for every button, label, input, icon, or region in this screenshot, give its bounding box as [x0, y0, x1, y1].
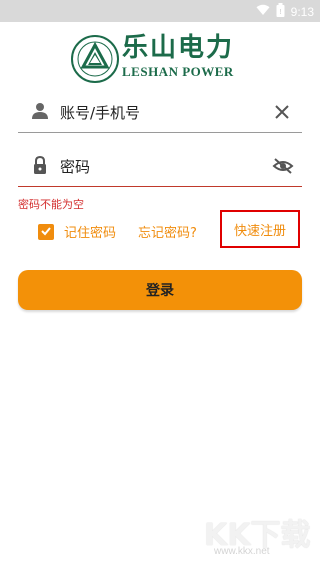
login-label: 登录 [146, 283, 174, 299]
password-placeholder: 密码 [60, 158, 91, 176]
status-time: 9:13 [290, 4, 314, 19]
password-field[interactable]: 密码 [18, 146, 302, 187]
brand-name-en: LESHAN POWER [122, 64, 234, 79]
lock-icon [30, 155, 50, 175]
quick-register-link[interactable]: 快速注册 [220, 210, 300, 248]
login-button[interactable]: 登录 [18, 270, 302, 310]
wifi-icon [256, 4, 270, 19]
check-icon [40, 222, 52, 241]
svg-text:!: ! [279, 9, 281, 16]
status-icons: ! 9:13 [256, 3, 314, 20]
forgot-password-link[interactable]: 忘记密码? [138, 222, 197, 241]
remember-checkbox[interactable] [38, 222, 54, 241]
clear-icon[interactable] [272, 102, 292, 122]
password-error-text: 密码不能为空 [18, 198, 84, 211]
watermark-url: www.kkx.net [214, 546, 270, 557]
account-placeholder: 账号/手机号 [60, 104, 141, 122]
battery-icon: ! [276, 3, 285, 20]
remember-label[interactable]: 记住密码 [64, 222, 116, 241]
leshan-logo-icon [70, 34, 120, 88]
quick-register-label: 快速注册 [233, 223, 286, 239]
watermark: KK下载 www.kkx.net [204, 510, 316, 566]
visibility-off-icon[interactable] [272, 156, 294, 176]
account-field[interactable]: 账号/手机号 [18, 92, 302, 133]
person-icon [30, 101, 50, 121]
brand-name-cn: 乐山电力 [122, 33, 235, 63]
remember-password[interactable]: 记住密码 [38, 222, 116, 241]
status-bar: ! 9:13 [0, 0, 320, 22]
brand-text: 乐山电力 LESHAN POWER [122, 34, 234, 80]
